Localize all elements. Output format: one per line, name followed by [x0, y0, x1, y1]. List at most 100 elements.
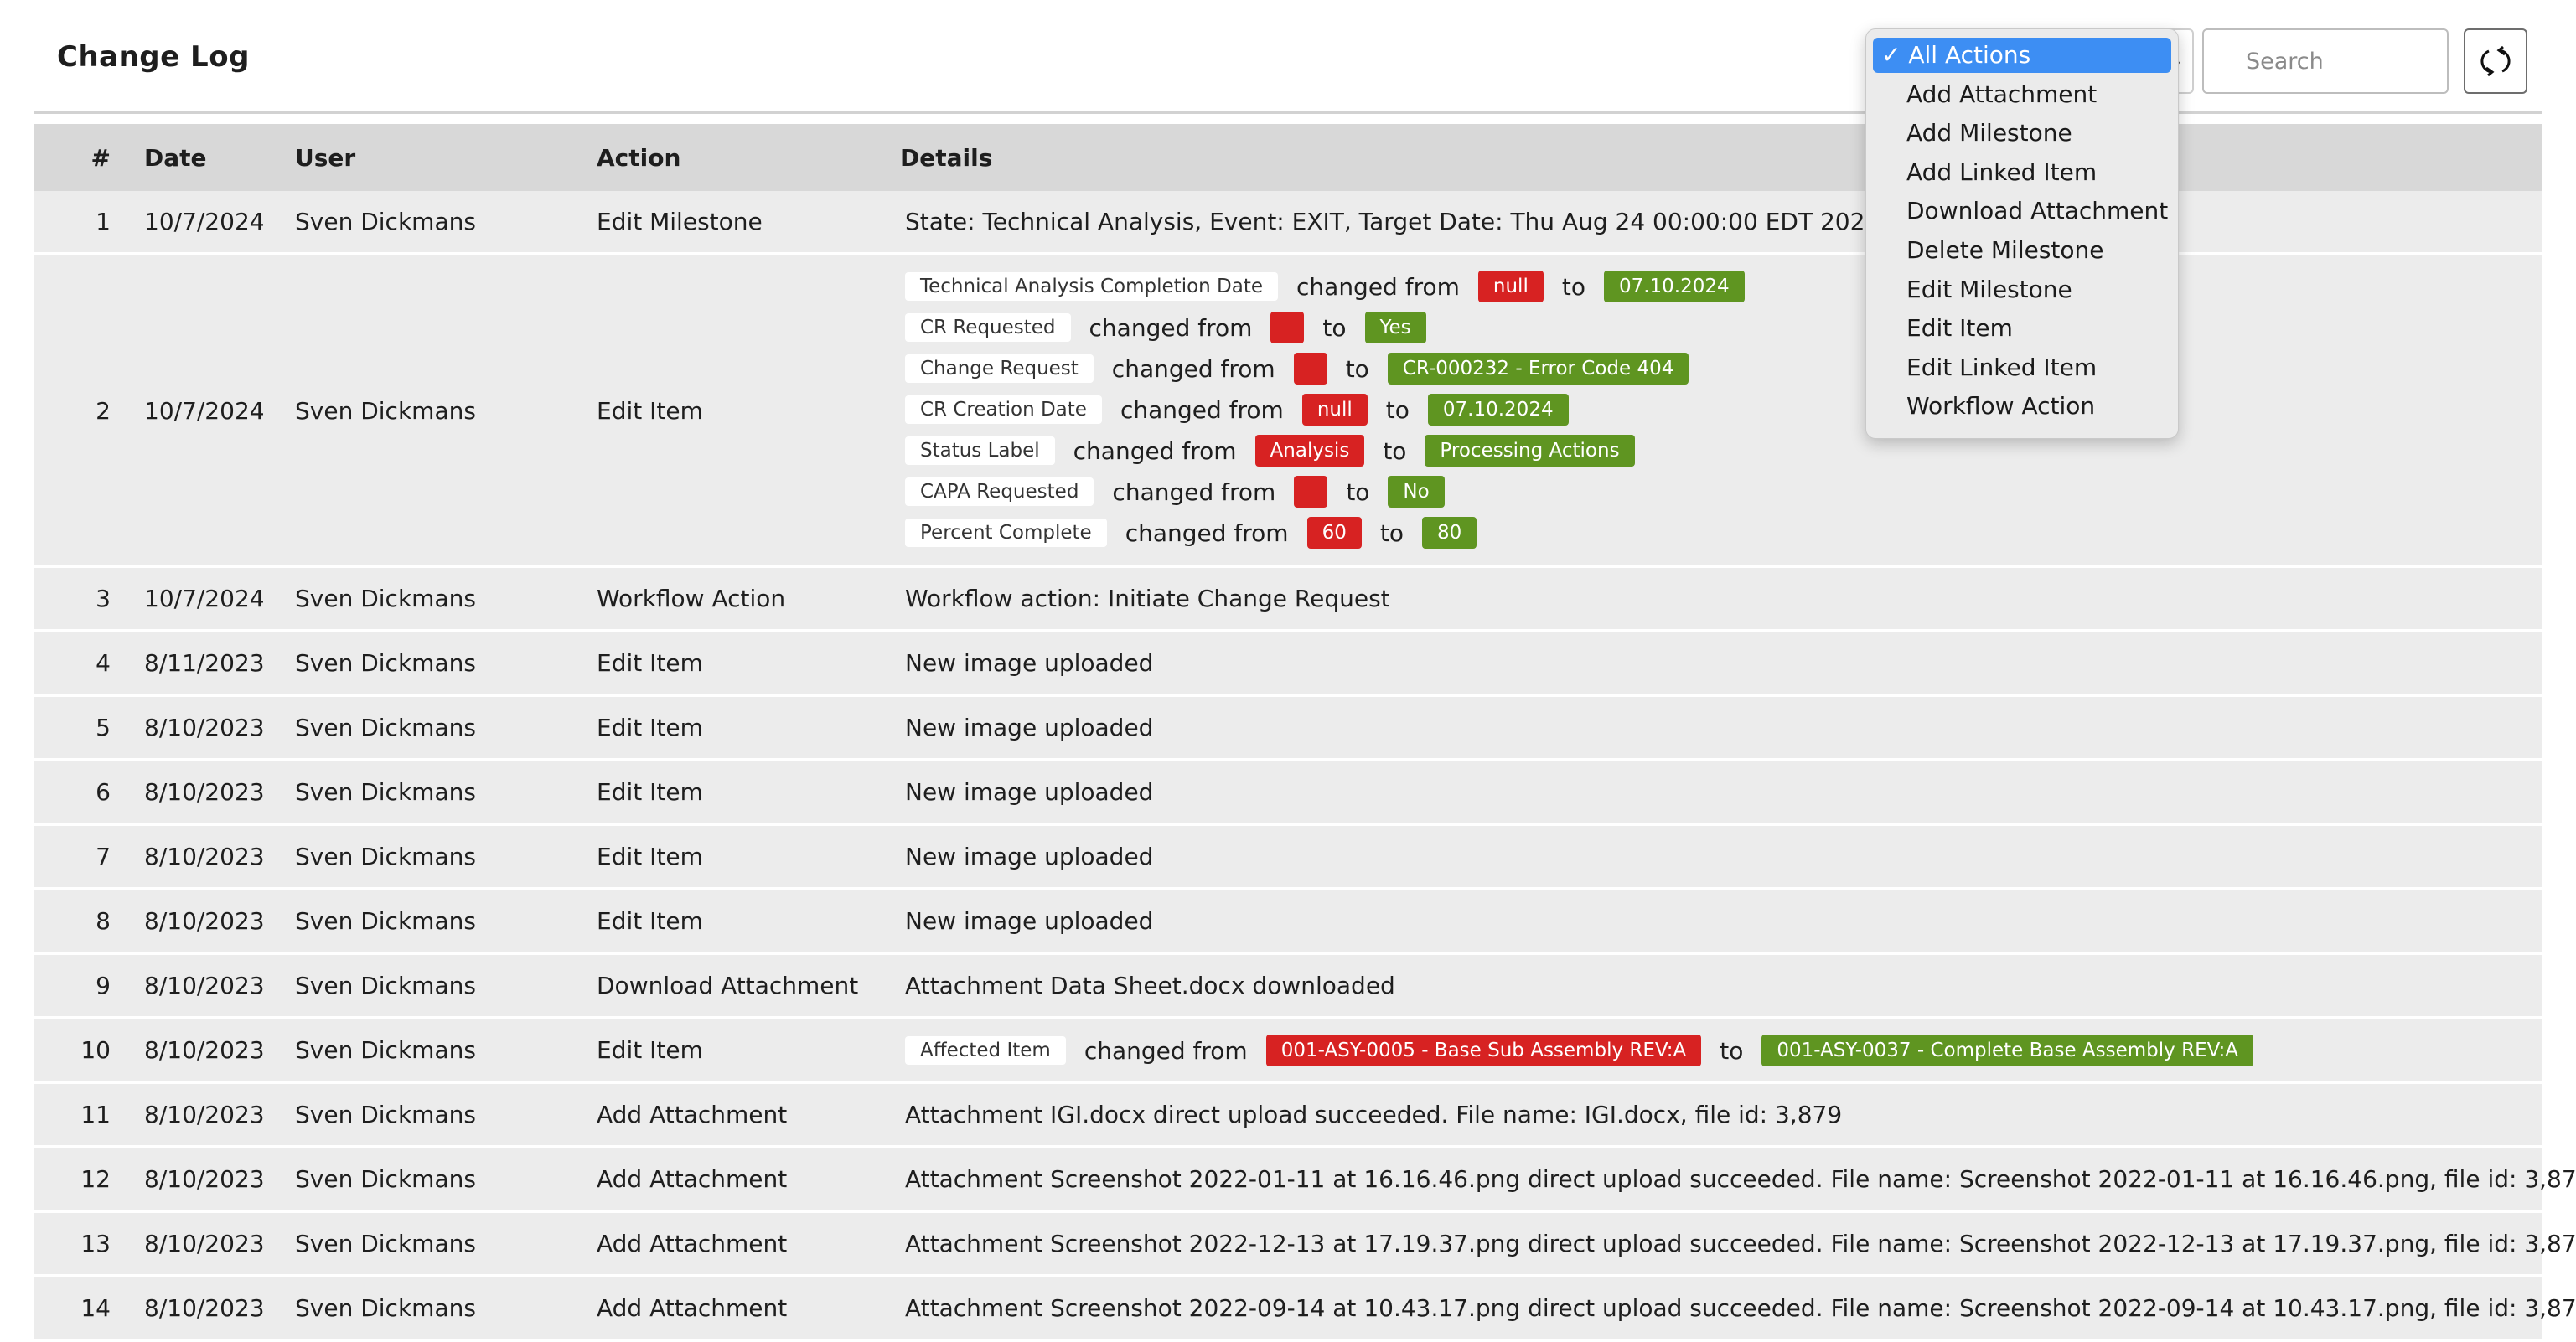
row-details: Workflow action: Initiate Change Request — [905, 585, 1390, 612]
field-change: Affected Item changed from 001-ASY-0005 - … — [905, 1033, 2253, 1068]
table-row: 3 10/7/2024 Sven Dickmans Workflow Action Wo… — [34, 568, 2542, 632]
refresh-button[interactable] — [2464, 28, 2527, 94]
row-action: Workflow Action — [597, 585, 786, 612]
row-action: Edit Item — [597, 397, 703, 425]
row-date: 8/11/2023 — [144, 649, 265, 677]
new-value-badge: Processing Actions — [1425, 435, 1635, 467]
filter-option[interactable]: Download Attachment — [1873, 194, 2171, 229]
row-details: Technical Analysis Completion Date change… — [905, 269, 1745, 556]
filter-option[interactable]: Edit Item — [1873, 311, 2171, 346]
table-row: 5 8/10/2023 Sven Dickmans Edit Item New imag… — [34, 697, 2542, 761]
field-label: Affected Item — [905, 1036, 1066, 1065]
search-input[interactable] — [2202, 28, 2449, 94]
row-details: New image uploaded — [905, 907, 1154, 935]
table-row: 6 8/10/2023 Sven Dickmans Edit Item New imag… — [34, 761, 2542, 826]
row-action: Edit Item — [597, 843, 703, 870]
table-row: 11 8/10/2023 Sven Dickmans Add Attachment At… — [34, 1084, 2542, 1148]
row-number: 8 — [96, 907, 111, 935]
table-row: 7 8/10/2023 Sven Dickmans Edit Item New imag… — [34, 826, 2542, 890]
table-row: 12 8/10/2023 Sven Dickmans Add Attachment At… — [34, 1148, 2576, 1213]
row-action: Edit Item — [597, 778, 703, 806]
row-user: Sven Dickmans — [295, 649, 476, 677]
row-date: 10/7/2024 — [144, 397, 265, 425]
row-number: 14 — [80, 1294, 111, 1322]
row-action: Add Attachment — [597, 1294, 788, 1322]
table-row: 10 8/10/2023 Sven Dickmans Edit Item Affecte… — [34, 1019, 2542, 1084]
row-number: 11 — [80, 1101, 111, 1128]
old-value-badge — [1270, 312, 1305, 343]
new-value-badge: 80 — [1421, 517, 1477, 549]
field-change: Status Label changed from Analysis to Proces… — [905, 433, 1745, 468]
row-details: Attachment Data Sheet.docx downloaded — [905, 972, 1395, 999]
field-label: CAPA Requested — [905, 477, 1094, 506]
row-action: Edit Milestone — [597, 208, 763, 235]
row-details: New image uploaded — [905, 714, 1154, 741]
field-label: Change Request — [905, 354, 1094, 383]
page-title: Change Log — [57, 40, 250, 74]
old-value-badge: Analysis — [1254, 435, 1365, 467]
row-user: Sven Dickmans — [295, 1165, 476, 1193]
changed-from-text: changed from — [1120, 395, 1284, 424]
row-date: 10/7/2024 — [144, 208, 265, 235]
row-action: Download Attachment — [597, 972, 859, 999]
filter-option[interactable]: Add Milestone — [1873, 116, 2171, 151]
field-change: Technical Analysis Completion Date change… — [905, 269, 1745, 304]
new-value-badge: 07.10.2024 — [1603, 271, 1745, 302]
filter-option[interactable]: ✓ All Actions — [1873, 38, 2171, 73]
to-text: to — [1346, 477, 1370, 506]
filter-option[interactable]: Delete Milestone — [1873, 233, 2171, 268]
new-value-badge: Yes — [1364, 312, 1426, 343]
to-text: to — [1345, 354, 1369, 383]
changed-from-text: changed from — [1073, 436, 1237, 465]
row-details: State: Technical Analysis, Event: EXIT, … — [905, 208, 1880, 235]
filter-option[interactable]: Edit Milestone — [1873, 272, 2171, 307]
filter-option[interactable]: Add Attachment — [1873, 77, 2171, 112]
row-number: 5 — [96, 714, 111, 741]
row-date: 8/10/2023 — [144, 1165, 265, 1193]
row-number: 10 — [80, 1036, 111, 1064]
row-details: Attachment Screenshot 2022-01-11 at 16.1… — [905, 1165, 2576, 1193]
table-row: 9 8/10/2023 Sven Dickmans Download Attachme… — [34, 955, 2542, 1019]
row-date: 8/10/2023 — [144, 1230, 265, 1257]
changed-from-text: changed from — [1084, 1036, 1248, 1065]
to-text: to — [1383, 436, 1407, 465]
field-change: CR Requested changed from to Yes — [905, 310, 1745, 345]
row-action: Add Attachment — [597, 1165, 788, 1193]
row-date: 8/10/2023 — [144, 778, 265, 806]
field-label: Technical Analysis Completion Date — [905, 272, 1279, 301]
field-change: Change Request changed from to CR-000232 - … — [905, 351, 1745, 386]
row-number: 13 — [80, 1230, 111, 1257]
filter-option[interactable]: Edit Linked Item — [1873, 350, 2171, 385]
changed-from-text: changed from — [1125, 519, 1289, 547]
row-date: 8/10/2023 — [144, 714, 265, 741]
field-change: CAPA Requested changed from to No — [905, 474, 1745, 509]
field-change: CR Creation Date changed from null to 07.10.… — [905, 392, 1745, 427]
filter-option[interactable]: Add Linked Item — [1873, 155, 2171, 190]
row-details: Attachment Screenshot 2022-09-14 at 10.4… — [905, 1294, 2576, 1322]
action-filter-dropdown: ✓ All Actions Add Attachment Add Milestone… — [1865, 28, 2179, 439]
changed-from-text: changed from — [1296, 272, 1460, 301]
to-text: to — [1385, 395, 1410, 424]
filter-option[interactable]: Workflow Action — [1873, 389, 2171, 424]
row-user: Sven Dickmans — [295, 714, 476, 741]
field-label: CR Requested — [905, 313, 1071, 342]
col-date: Date — [144, 144, 207, 172]
row-number: 3 — [96, 585, 111, 612]
row-number: 7 — [96, 843, 111, 870]
to-text: to — [1720, 1036, 1744, 1065]
old-value-badge: null — [1477, 271, 1544, 302]
row-action: Add Attachment — [597, 1230, 788, 1257]
old-value-badge: 60 — [1306, 517, 1362, 549]
row-user: Sven Dickmans — [295, 778, 476, 806]
row-user: Sven Dickmans — [295, 843, 476, 870]
field-label: CR Creation Date — [905, 395, 1102, 424]
row-action: Edit Item — [597, 907, 703, 935]
table-row: 8 8/10/2023 Sven Dickmans Edit Item New imag… — [34, 890, 2542, 955]
row-action: Add Attachment — [597, 1101, 788, 1128]
row-action: Edit Item — [597, 714, 703, 741]
row-details: Attachment IGI.docx direct upload succee… — [905, 1101, 1843, 1128]
row-date: 10/7/2024 — [144, 585, 265, 612]
row-date: 8/10/2023 — [144, 1036, 265, 1064]
table-row: 13 8/10/2023 Sven Dickmans Add Attachment At… — [34, 1213, 2576, 1277]
changed-from-text: changed from — [1089, 313, 1253, 342]
